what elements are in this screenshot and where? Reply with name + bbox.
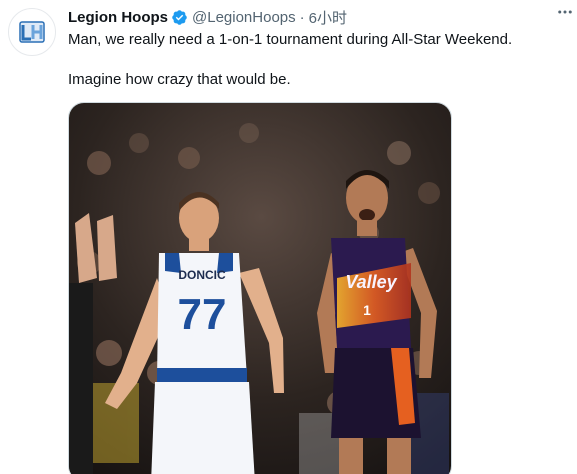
verified-badge-icon xyxy=(171,9,188,26)
right-player-number: 1 xyxy=(363,302,371,318)
tweet-content: Legion Hoops @LegionHoops · 6小时 Man, we … xyxy=(68,6,567,90)
tweet-text: Man, we really need a 1-on-1 tournament … xyxy=(68,30,567,90)
more-options-icon[interactable] xyxy=(555,2,575,22)
display-name[interactable]: Legion Hoops xyxy=(68,9,168,26)
right-player-team: Valley xyxy=(345,272,397,292)
handle[interactable]: @LegionHoops xyxy=(192,9,296,26)
separator-dot: · xyxy=(299,8,305,26)
tweet-text-line-1: Man, we really need a 1-on-1 tournament … xyxy=(68,31,513,48)
tweet-text-line-2: Imagine how crazy that would be. xyxy=(68,71,291,88)
left-player-number: 77 xyxy=(178,290,227,339)
tweet-card[interactable]: Legion Hoops @LegionHoops · 6小时 Man, we … xyxy=(0,0,577,474)
tweet-photo[interactable]: DONCIC 77 Valley 1 xyxy=(68,102,452,474)
avatar[interactable] xyxy=(8,8,56,56)
timestamp[interactable]: 6小时 xyxy=(309,7,347,28)
left-player-name: DONCIC xyxy=(178,268,226,282)
tweet-header: Legion Hoops @LegionHoops · 6小时 xyxy=(68,6,567,28)
basketball-photo: DONCIC 77 Valley 1 xyxy=(69,103,451,474)
legion-hoops-logo-icon xyxy=(11,11,53,53)
